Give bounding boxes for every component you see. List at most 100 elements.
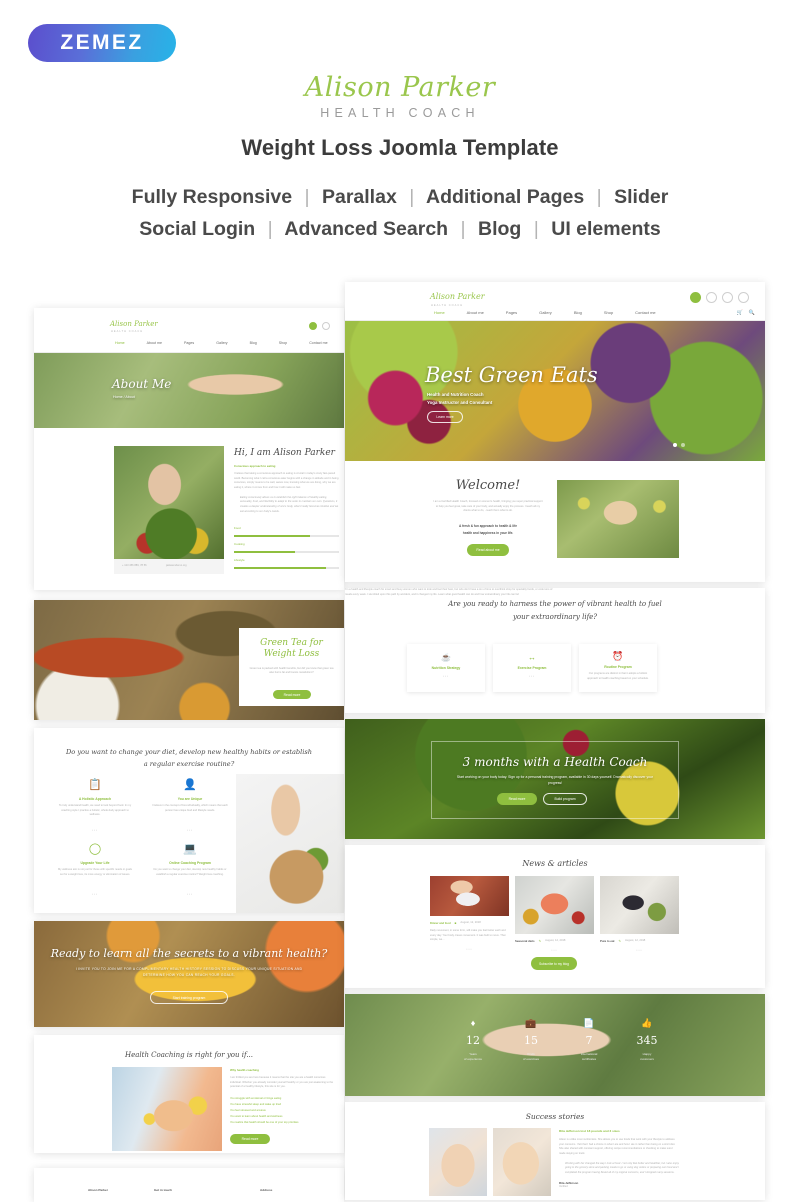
screenshot-vibrant-health[interactable]: Ready to learn all the secrets to a vibr… (34, 921, 344, 1027)
service-card-exercise[interactable]: ↔ Exercise Program ••• (493, 644, 571, 692)
news-card-1[interactable]: Dinner and food ■ August, 12, 2018 Daily… (430, 876, 509, 951)
service-card-nutrition[interactable]: ☕ Nutrition Strategy ••• (407, 644, 485, 692)
news-date-3: August, 12, 2018 (624, 939, 646, 942)
home-hero-sub-2: Yoga Instructor and Consultant (427, 400, 493, 405)
three-months-build-program-button[interactable]: Build program (543, 793, 587, 805)
news-dots-3: ••• (636, 947, 643, 952)
nav-home[interactable]: Home (104, 341, 136, 345)
home-hero-slider[interactable]: Best Green Eats Health and Nutrition Coa… (345, 321, 765, 461)
social-icon-facebook[interactable] (706, 292, 717, 303)
site-nav[interactable]: Home About me Pages Gallery Blog Shop Co… (104, 341, 339, 345)
news-category-3[interactable]: Pure to eat (600, 939, 614, 943)
news-title: News & articles (522, 859, 588, 868)
slider-dots[interactable] (673, 443, 685, 447)
nav-about[interactable]: About me (456, 310, 495, 315)
home-hero-sub-1: Health and Nutrition Coach (427, 392, 484, 397)
nav-pages[interactable]: Pages (495, 310, 528, 315)
screenshot-coaching-right[interactable]: Health Coaching is right for you if... W… (34, 1035, 344, 1153)
about-portrait-image (114, 446, 224, 559)
briefcase-icon: 💼 (525, 1018, 537, 1028)
three-months-read-more-button[interactable]: Read more (497, 793, 537, 805)
nav-contact[interactable]: Contact me (624, 310, 666, 315)
mortar-icon: ☕ (441, 653, 451, 662)
home-social-icons[interactable] (690, 292, 749, 303)
stat-value-certificates: 7 (585, 1034, 593, 1047)
home-site-nav[interactable]: Home About me Pages Gallery Blog Shop Co… (423, 310, 667, 315)
coaching-read-more-button[interactable]: Read more (230, 1134, 270, 1144)
search-icon[interactable]: 🔍 (749, 310, 755, 316)
social-icon-twitter[interactable] (722, 292, 733, 303)
nav-blog[interactable]: Blog (239, 341, 268, 345)
dumbbell-icon: ↔ (528, 653, 536, 662)
habit-text-upgrade: My wellness aim is not just for those wi… (58, 868, 132, 876)
vibrant-start-button[interactable]: Start training program (150, 991, 228, 1004)
nav-shop[interactable]: Shop (268, 341, 298, 345)
news-category-2[interactable]: Seasonal diets (515, 939, 535, 943)
nav-contact[interactable]: Contact me (298, 341, 338, 345)
service-card-routine[interactable]: ⏰ Routine Program Our programs are disti… (579, 644, 657, 692)
template-preview-collage: Alison Parker HEALTH COACH Home About me… (0, 0, 800, 1202)
welcome-text: I am a Certified Health Coach, focused o… (433, 500, 543, 513)
slider-dot-1[interactable] (673, 443, 677, 447)
home-site-tagline: HEALTH COACH (431, 304, 464, 307)
social-icons[interactable] (309, 322, 330, 330)
vibrant-subtitle: I INVITE YOU TO JOIN ME FOR A COMPLIMENT… (75, 967, 303, 977)
skill-fill-lifestyle (234, 567, 326, 569)
nav-gallery[interactable]: Gallery (205, 341, 238, 345)
service-text-routine: Our programs are distinct in that it ado… (587, 672, 649, 680)
coaching-bullet-5: You realize that health should be one of… (230, 1120, 299, 1124)
skill-fill-cooking (234, 551, 295, 553)
screenshot-footer[interactable]: Alison Parker Get in touch Address (34, 1168, 344, 1202)
about-email: jaskeemdemo.org (166, 564, 187, 567)
nav-pages[interactable]: Pages (173, 341, 205, 345)
success-author-role: Verified (559, 1184, 568, 1188)
news-card-3[interactable]: Pure to eat ✎ August, 12, 2018 ••• (600, 876, 679, 952)
green-tea-read-more-button[interactable]: Read more (273, 690, 311, 699)
welcome-read-about-button[interactable]: Read about me (467, 544, 509, 556)
home-hero-learn-more-button[interactable]: Learn more (427, 411, 463, 423)
screenshot-green-tea[interactable]: Green Tea for Weight Loss Green tea is p… (34, 600, 344, 720)
news-category-1[interactable]: Dinner and food (430, 922, 451, 925)
screenshot-news[interactable]: News & articles Dinner and food ■ August… (345, 845, 765, 988)
stat-label-years-2: of experience (463, 1057, 482, 1061)
nav-home[interactable]: Home (423, 310, 456, 315)
social-icon-primary[interactable] (690, 292, 701, 303)
screenshot-stats[interactable]: ♦ 12 Years of experience 💼 15 Kinds of e… (345, 994, 765, 1096)
news-date-2: August, 12, 2018 (545, 939, 566, 942)
success-image-2 (493, 1128, 551, 1196)
success-story-title: Rita Jefferson lost 18 pounds and 3 size… (559, 1129, 620, 1133)
screenshot-home-page[interactable]: Alison Parker HEALTH COACH Home About me… (345, 282, 765, 582)
news-card-2[interactable]: Seasonal diets ✎ August, 12, 2018 ••• (515, 876, 594, 952)
pen-icon: ✎ (618, 939, 621, 944)
nav-about[interactable]: About me (136, 341, 173, 345)
news-subscribe-button[interactable]: Subscribe to my blog (531, 957, 577, 970)
cart-icon[interactable]: 🛒 (737, 310, 743, 316)
social-icon-instagram[interactable] (738, 292, 749, 303)
coaching-paragraph: I am thrilled you are here because it me… (230, 1076, 334, 1089)
green-tea-card: Green Tea for Weight Loss Green tea is p… (239, 628, 344, 706)
social-icon-secondary[interactable] (322, 322, 330, 330)
slider-dot-2[interactable] (681, 443, 685, 447)
screenshot-services[interactable]: Are you ready to harness the power of vi… (345, 588, 765, 713)
stat-value-kinds: 15 (524, 1034, 538, 1047)
skill-fill-food (234, 535, 310, 537)
screenshot-about-page[interactable]: Alison Parker HEALTH COACH Home About me… (34, 308, 344, 590)
clock-icon: ⏰ (612, 651, 624, 661)
service-title-nutrition: Nutrition Strategy (431, 666, 461, 670)
stat-label-customers-1: Happy (642, 1052, 652, 1056)
nav-shop[interactable]: Shop (593, 310, 624, 315)
about-text-column: Hi, I am Alison Parker Conscious approac… (234, 448, 339, 514)
screenshot-three-months[interactable]: 3 months with a Health Coach Start worki… (345, 719, 765, 839)
nav-gallery[interactable]: Gallery (528, 310, 563, 315)
pen-icon: ✎ (538, 939, 542, 944)
screenshot-success-stories[interactable]: Success stories Rita Jefferson lost 18 p… (345, 1102, 765, 1200)
habit-text-holistic: To truly understand health, we need to l… (58, 804, 132, 817)
nav-blog[interactable]: Blog (563, 310, 593, 315)
home-site-brand: Alison Parker (430, 292, 485, 301)
green-tea-text: Green tea is packed with health benefits… (249, 666, 334, 675)
success-text-column: Rita Jefferson lost 18 pounds and 3 size… (559, 1129, 679, 1189)
social-icon-primary[interactable] (309, 322, 317, 330)
screenshot-habits[interactable]: Do you want to change your diet, develop… (34, 728, 344, 913)
service-dots: ••• (528, 674, 536, 678)
home-hero-title: Best Green Eats (425, 363, 598, 387)
